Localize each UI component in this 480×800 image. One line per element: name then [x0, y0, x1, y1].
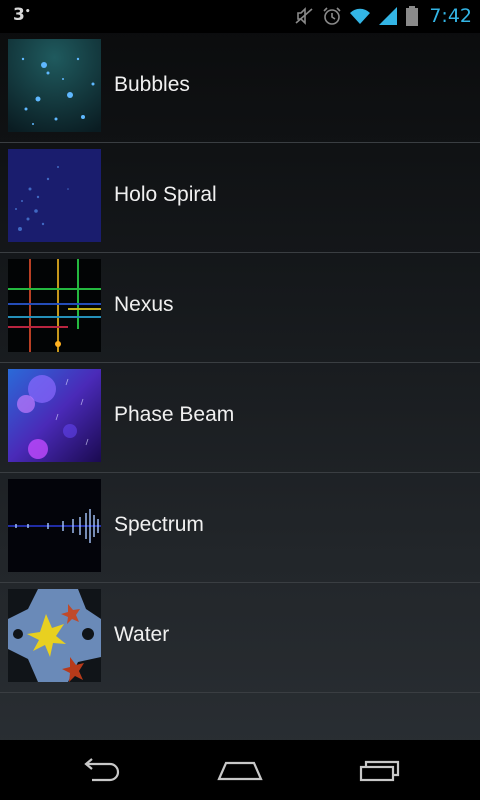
wallpaper-list: Bubbles Holo Spiral Nexus Phase Beam Spe… [0, 33, 480, 693]
recent-apps-button[interactable] [350, 752, 410, 788]
wallpaper-name: Holo Spiral [114, 183, 217, 206]
wallpaper-name: Water [114, 623, 170, 646]
wallpaper-item-spectrum[interactable]: Spectrum [0, 473, 480, 583]
muted-icon [293, 5, 315, 27]
battery-icon [405, 5, 419, 27]
wallpaper-item-holo-spiral[interactable]: Holo Spiral [0, 143, 480, 253]
clock: 7:42 [429, 5, 472, 27]
notification-count: 3• [13, 5, 31, 25]
recent-apps-icon [358, 758, 402, 782]
bubbles-thumbnail [8, 39, 101, 132]
navigation-bar [0, 740, 480, 800]
wallpaper-item-phase-beam[interactable]: Phase Beam [0, 363, 480, 473]
back-button[interactable] [70, 752, 130, 788]
live-wallpaper-picker: 3• 7:42 Bubbles Holo Spiral Nexus Phase … [0, 0, 480, 800]
status-icons: 7:42 [293, 3, 472, 29]
signal-icon [377, 5, 399, 27]
notification-count-text: 3 [13, 5, 25, 25]
wallpaper-name: Spectrum [114, 513, 204, 536]
phase-beam-thumbnail [8, 369, 101, 462]
home-icon [216, 758, 264, 782]
back-icon [78, 758, 122, 782]
wallpaper-item-nexus[interactable]: Nexus [0, 253, 480, 363]
wallpaper-name: Nexus [114, 293, 174, 316]
wifi-icon [349, 5, 371, 27]
wallpaper-name: Phase Beam [114, 403, 235, 426]
wallpaper-item-water[interactable]: Water [0, 583, 480, 693]
spectrum-thumbnail [8, 479, 101, 572]
home-button[interactable] [210, 752, 270, 788]
status-bar: 3• 7:42 [0, 0, 480, 33]
wallpaper-name: Bubbles [114, 73, 190, 96]
nexus-thumbnail [8, 259, 101, 352]
water-thumbnail [8, 589, 101, 682]
alarm-icon [321, 5, 343, 27]
holo-spiral-thumbnail [8, 149, 101, 242]
wallpaper-item-bubbles[interactable]: Bubbles [0, 33, 480, 143]
